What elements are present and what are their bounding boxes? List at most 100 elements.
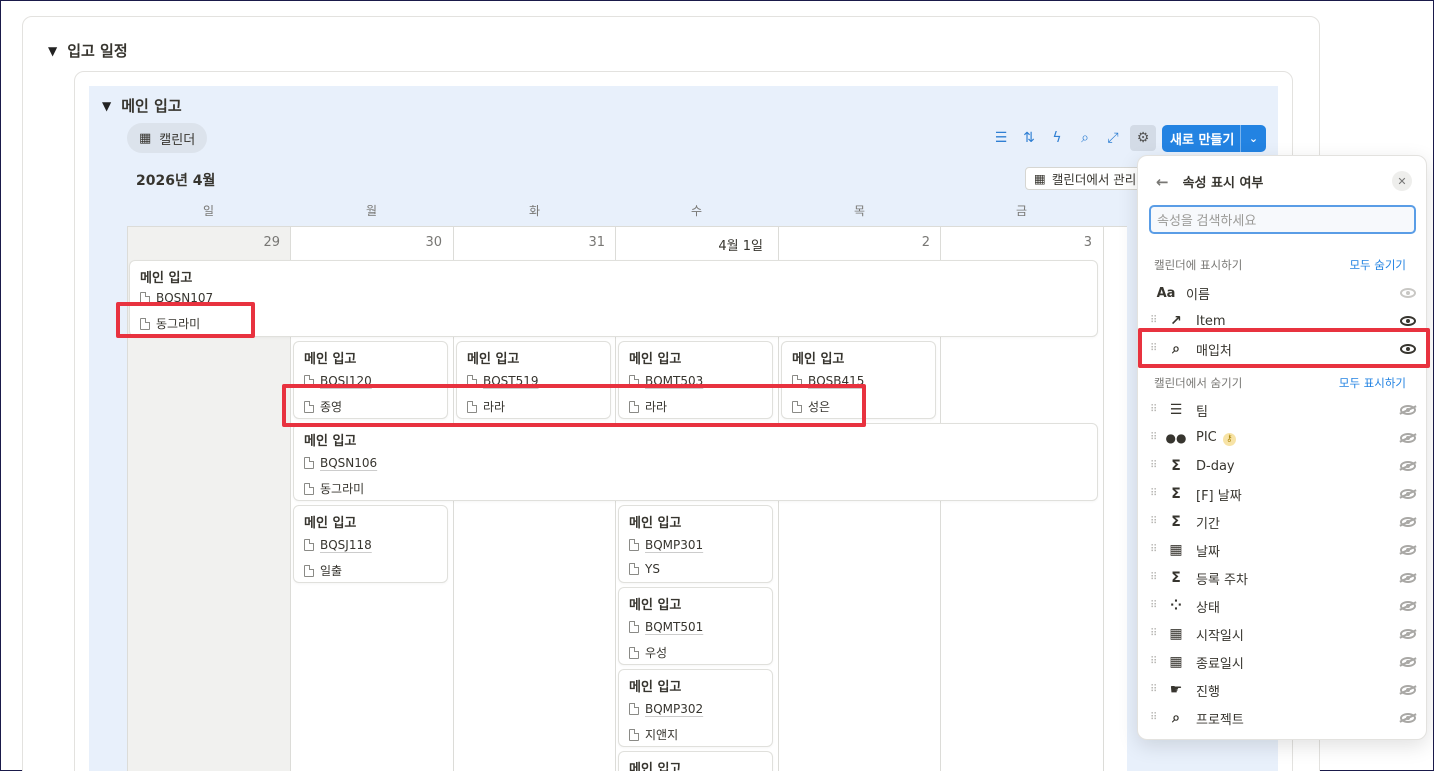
event-owner: 동그라미 [156, 317, 201, 331]
eye-off-icon[interactable] [1400, 489, 1416, 499]
event-code-row: BQMT501 [629, 620, 703, 634]
drag-handle-icon[interactable]: ⠿ [1150, 517, 1160, 527]
show-all-link[interactable]: 모두 표시하기 [1339, 375, 1406, 391]
eye-off-icon[interactable] [1400, 629, 1416, 639]
event-owner-row: 성은 [792, 398, 830, 415]
document-icon [629, 375, 639, 387]
event-card[interactable]: 메인 입고 BQSB415 성은 [781, 341, 936, 419]
drag-handle-icon[interactable]: ⠿ [1150, 573, 1160, 583]
eye-off-icon[interactable] [1400, 405, 1416, 415]
eye-off-icon[interactable] [1400, 517, 1416, 527]
event-card[interactable]: 메인 입고 BQSN106 동그라미 [293, 423, 1098, 501]
sort-icon[interactable]: ⇅ [1018, 127, 1040, 149]
triangle-down-icon[interactable]: ▼ [102, 99, 111, 113]
drag-handle-icon[interactable]: ⠿ [1150, 316, 1160, 326]
event-card[interactable]: 메인 입고 BQSJ118 일출 [293, 505, 448, 583]
document-icon [467, 400, 477, 413]
property-row[interactable]: ⠿ ▦ 시작일시 [1150, 621, 1416, 647]
event-owner: 성은 [808, 400, 831, 414]
event-code-row: BQMP301 [629, 538, 703, 552]
property-name: 기간 [1196, 516, 1220, 532]
event-owner: 동그라미 [320, 482, 365, 496]
chevron-down-icon[interactable]: ⌄ [1241, 132, 1266, 145]
eye-off-icon[interactable] [1400, 461, 1416, 471]
filter-icon[interactable]: ☰ [990, 127, 1012, 149]
event-card[interactable]: 메인 입고 BQST519 라라 [456, 341, 611, 419]
drag-handle-icon[interactable]: ⠿ [1150, 601, 1160, 611]
back-arrow-icon[interactable]: ← [1156, 173, 1169, 191]
shown-section-label: 캘린더에 표시하기 [1154, 258, 1243, 272]
eye-off-icon[interactable] [1400, 573, 1416, 583]
document-icon [629, 563, 639, 575]
event-owner: YS [645, 562, 660, 576]
drag-handle-icon[interactable]: ⠿ [1150, 405, 1160, 415]
tab-calendar[interactable]: ▦ 캘린더 [127, 123, 208, 153]
document-icon [140, 292, 150, 304]
expand-icon[interactable]: ⤢ [1102, 127, 1124, 149]
month-label: 2026년 4월 [136, 173, 216, 189]
section-toggle[interactable]: ▼ 입고 일정 [48, 40, 128, 61]
event-card[interactable]: 메인 입고 BQMT501 우성 [618, 587, 773, 665]
eye-off-icon[interactable] [1400, 433, 1416, 443]
event-owner-row: 라라 [467, 398, 505, 415]
event-card[interactable]: 메인 입고 [618, 751, 773, 771]
hide-all-link[interactable]: 모두 숨기기 [1349, 257, 1406, 273]
eye-icon[interactable] [1400, 316, 1416, 326]
drag-handle-icon[interactable]: ⠿ [1150, 461, 1160, 471]
drag-handle-icon[interactable]: ⠿ [1150, 713, 1160, 723]
weekday-mon: 월 [365, 204, 378, 218]
property-row[interactable]: ⠿ Σ 등록 주차 [1150, 565, 1416, 591]
property-row[interactable]: ⠿ ⌕ 매입처 [1150, 336, 1416, 362]
property-name: 등록 주차 [1196, 572, 1248, 588]
triangle-down-icon[interactable]: ▼ [48, 44, 57, 58]
eye-icon[interactable] [1400, 288, 1416, 298]
event-owner-row: 우성 [629, 644, 667, 661]
event-card[interactable]: 메인 입고 BQSN107 동그라미 [129, 260, 1098, 337]
eye-off-icon[interactable] [1400, 685, 1416, 695]
eye-off-icon[interactable] [1400, 545, 1416, 555]
new-button-label: 새로 만들기 [1170, 133, 1235, 148]
property-row[interactable]: ⠿ ●● PIC ⚷ [1150, 425, 1416, 451]
property-row[interactable]: ⠿ ⌕ 프로젝트 [1150, 705, 1416, 731]
drag-handle-icon[interactable]: ⠿ [1150, 629, 1160, 639]
event-card[interactable]: 메인 입고 BQMT503 라라 [618, 341, 773, 419]
event-owner-row: 일출 [304, 562, 342, 579]
drag-handle-icon[interactable]: ⠿ [1150, 489, 1160, 499]
property-row[interactable]: ⠿ Σ D-day [1150, 453, 1416, 479]
eye-off-icon[interactable] [1400, 601, 1416, 611]
property-row[interactable]: ⠿ ☛ 진행 [1150, 677, 1416, 703]
drag-handle-icon[interactable]: ⠿ [1150, 657, 1160, 667]
eye-off-icon[interactable] [1400, 713, 1416, 723]
property-row[interactable]: ⠿ Σ [F] 날짜 [1150, 481, 1416, 507]
new-button[interactable]: 새로 만들기 ⌄ [1162, 125, 1266, 152]
property-row[interactable]: ⠿ ↗ Item [1150, 308, 1416, 334]
search-icon[interactable]: ⌕ [1074, 127, 1096, 149]
property-row[interactable]: ⠿ ▦ 날짜 [1150, 537, 1416, 563]
property-row[interactable]: Aa 이름 [1150, 280, 1416, 306]
drag-handle-icon[interactable]: ⠿ [1150, 344, 1160, 354]
property-row[interactable]: ⠿ ☰ 팀 [1150, 397, 1416, 423]
event-owner-row: YS [629, 562, 660, 576]
drag-handle-icon[interactable]: ⠿ [1150, 685, 1160, 695]
event-card[interactable]: 메인 입고 BQSJ120 종영 [293, 341, 448, 419]
manage-in-calendar-button[interactable]: ▦ 캘린더에서 관리 [1025, 167, 1145, 190]
eye-off-icon[interactable] [1400, 657, 1416, 667]
eye-icon[interactable] [1400, 344, 1416, 354]
view-toggle[interactable]: ▼ 메인 입고 [102, 95, 182, 116]
property-name: 진행 [1196, 684, 1220, 700]
event-code-row: BQSN107 [140, 291, 213, 305]
arrow-up-right-icon: ↗ [1170, 313, 1182, 329]
calendar-icon: ▦ [1034, 171, 1046, 186]
property-row[interactable]: ⠿ ⁘ 상태 [1150, 593, 1416, 619]
property-row[interactable]: ⠿ Σ 기간 [1150, 509, 1416, 535]
property-search-input[interactable]: 속성을 검색하세요 [1149, 205, 1416, 234]
settings-icon[interactable]: ⚙ [1130, 125, 1156, 151]
event-card[interactable]: 메인 입고 BQMP302 지앤지 [618, 669, 773, 747]
property-row[interactable]: ⠿ ▦ 종료일시 [1150, 649, 1416, 675]
automation-icon[interactable]: ϟ [1046, 127, 1068, 149]
drag-handle-icon[interactable]: ⠿ [1150, 433, 1160, 443]
drag-handle-icon[interactable]: ⠿ [1150, 545, 1160, 555]
event-code: BQSN106 [320, 456, 378, 470]
event-card[interactable]: 메인 입고 BQMP301 YS [618, 505, 773, 583]
close-icon[interactable]: ✕ [1392, 171, 1412, 191]
